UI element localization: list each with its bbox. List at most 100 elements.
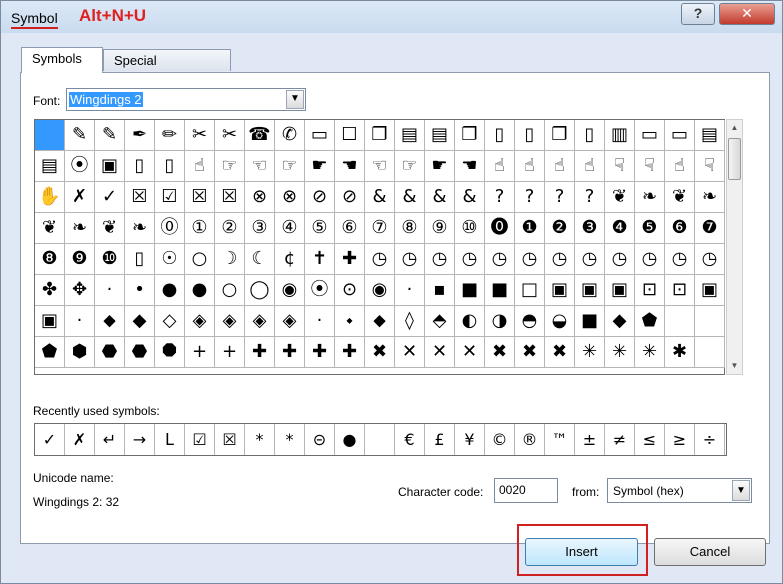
symbol-cell[interactable]: ◷ [545,244,575,275]
symbol-cell[interactable]: ⊡ [665,275,695,306]
symbol-cell[interactable]: & [455,182,485,213]
symbol-cell[interactable]: & [365,182,395,213]
symbol-cell[interactable]: ◇ [155,306,185,337]
symbol-cell[interactable]: • [125,275,155,306]
symbol-cell[interactable]: ▤ [695,120,725,151]
symbol-cell[interactable]: ☚ [455,151,485,182]
symbol-cell[interactable]: ⬘ [425,306,455,337]
symbol-cell[interactable]: ⬣ [125,337,155,368]
recent-symbol-cell[interactable]: ᒪ [155,424,185,455]
symbol-cell[interactable]: ✚ [275,337,305,368]
symbol-cell[interactable]: ■ [485,275,515,306]
recent-symbol-cell[interactable]: ≥ [665,424,695,455]
symbol-cell[interactable]: ⊙ [335,275,365,306]
symbol-cell[interactable]: ▣ [35,306,65,337]
symbol-cell[interactable]: ✋ [35,182,65,213]
symbol-cell[interactable]: ✎ [65,120,95,151]
recent-symbol-cell[interactable]: © [485,424,515,455]
symbol-cell[interactable]: □ [515,275,545,306]
symbol-cell[interactable]: ◷ [455,244,485,275]
cancel-button[interactable]: Cancel [654,538,766,566]
symbol-cell[interactable]: ✏ [155,120,185,151]
symbol-cell[interactable]: ◷ [425,244,455,275]
symbol-cell[interactable]: ⊗ [245,182,275,213]
symbol-cell[interactable]: ❸ [575,213,605,244]
symbol-cell[interactable]: ⬢ [65,337,95,368]
symbol-cell[interactable]: ◷ [665,244,695,275]
symbol-cell[interactable]: ☜ [365,151,395,182]
symbol-cell[interactable]: ◈ [245,306,275,337]
symbol-cell[interactable]: ✥ [65,275,95,306]
symbol-cell[interactable]: ⊗ [275,182,305,213]
symbol-cell[interactable]: + [185,337,215,368]
character-code-input[interactable]: 0020 [494,478,558,503]
symbol-cell[interactable]: ◆ [605,306,635,337]
symbol-cell[interactable]: ☒ [185,182,215,213]
symbol-cell[interactable]: · [305,306,335,337]
symbol-cell[interactable]: ▣ [545,275,575,306]
scroll-down-icon[interactable]: ▼ [727,358,742,374]
chevron-down-icon[interactable]: ▼ [286,90,304,109]
symbol-cell[interactable]: ✝ [305,244,335,275]
grid-scrollbar[interactable]: ▲ ▼ [726,119,743,375]
symbol-cell[interactable]: ● [185,275,215,306]
symbol-cell[interactable]: ◐ [455,306,485,337]
symbol-cell[interactable]: ✳ [605,337,635,368]
from-dropdown[interactable]: Symbol (hex) ▼ [607,478,752,503]
symbol-cell[interactable]: ① [185,213,215,244]
close-button[interactable]: ✕ [719,3,775,25]
symbol-cell[interactable]: ▯ [125,244,155,275]
symbol-cell[interactable]: ☝ [575,151,605,182]
symbol-cell[interactable]: ❷ [545,213,575,244]
recent-symbol-cell[interactable]: → [125,424,155,455]
symbol-cell[interactable]: ● [155,275,185,306]
symbol-cell[interactable]: ❽ [35,244,65,275]
tab-symbols[interactable]: Symbols [21,47,103,73]
symbol-cell[interactable]: ❺ [635,213,665,244]
symbol-cell[interactable]: ▯ [485,120,515,151]
symbol-cell[interactable]: ⦿ [305,275,335,306]
symbol-cell[interactable]: ✎ [95,120,125,151]
symbol-cell[interactable]: ⑩ [455,213,485,244]
symbol-cell[interactable]: ◷ [695,244,725,275]
symbol-cell[interactable]: & [425,182,455,213]
recent-symbol-cell[interactable]: ● [335,424,365,455]
symbol-cell[interactable]: ⬥ [365,306,395,337]
recent-symbol-cell[interactable]: ÷ [695,424,725,455]
symbol-cell[interactable]: ✓ [95,182,125,213]
symbol-cell[interactable]: ◉ [365,275,395,306]
symbol-cell[interactable]: ☎ [245,120,275,151]
symbol-cell[interactable]: ◷ [635,244,665,275]
recent-symbol-cell[interactable]: ≠ [605,424,635,455]
symbol-cell[interactable]: ⬟ [635,306,665,337]
symbol-cell[interactable]: ? [545,182,575,213]
symbol-cell[interactable]: ✂ [215,120,245,151]
symbol-cell[interactable]: ⬩ [335,306,365,337]
recent-symbol-cell[interactable]: ≤ [635,424,665,455]
symbol-cell[interactable]: ✚ [335,337,365,368]
symbol-cell[interactable]: ☟ [605,151,635,182]
symbol-cell[interactable]: · [65,306,95,337]
recent-symbol-cell[interactable]: ™ [545,424,575,455]
symbol-cell[interactable]: ❹ [605,213,635,244]
recent-symbol-cell[interactable]: ✗ [65,424,95,455]
recent-symbol-cell[interactable]: * [275,424,305,455]
symbol-cell[interactable]: ▪ [425,275,455,306]
recent-symbol-cell[interactable]: ✓ [35,424,65,455]
symbol-cell[interactable]: ▤ [35,151,65,182]
symbol-cell[interactable]: ✱ [665,337,695,368]
symbol-cell[interactable]: ☐ [335,120,365,151]
symbol-cell[interactable]: ❧ [125,213,155,244]
symbol-cell[interactable]: ☝ [185,151,215,182]
symbol-cell[interactable]: ☝ [545,151,575,182]
symbol-cell[interactable]: ○ [215,275,245,306]
tab-special-characters[interactable]: Special Characters [103,49,231,90]
symbol-cell[interactable]: ② [215,213,245,244]
symbol-cell[interactable]: ⓿ [485,213,515,244]
symbol-cell[interactable]: ◆ [125,306,155,337]
symbol-cell[interactable]: ▥ [605,120,635,151]
symbol-cell[interactable]: ❿ [95,244,125,275]
symbol-cell[interactable]: ☛ [305,151,335,182]
symbol-cell[interactable]: ☒ [125,182,155,213]
chevron-down-icon[interactable]: ▼ [732,480,750,501]
